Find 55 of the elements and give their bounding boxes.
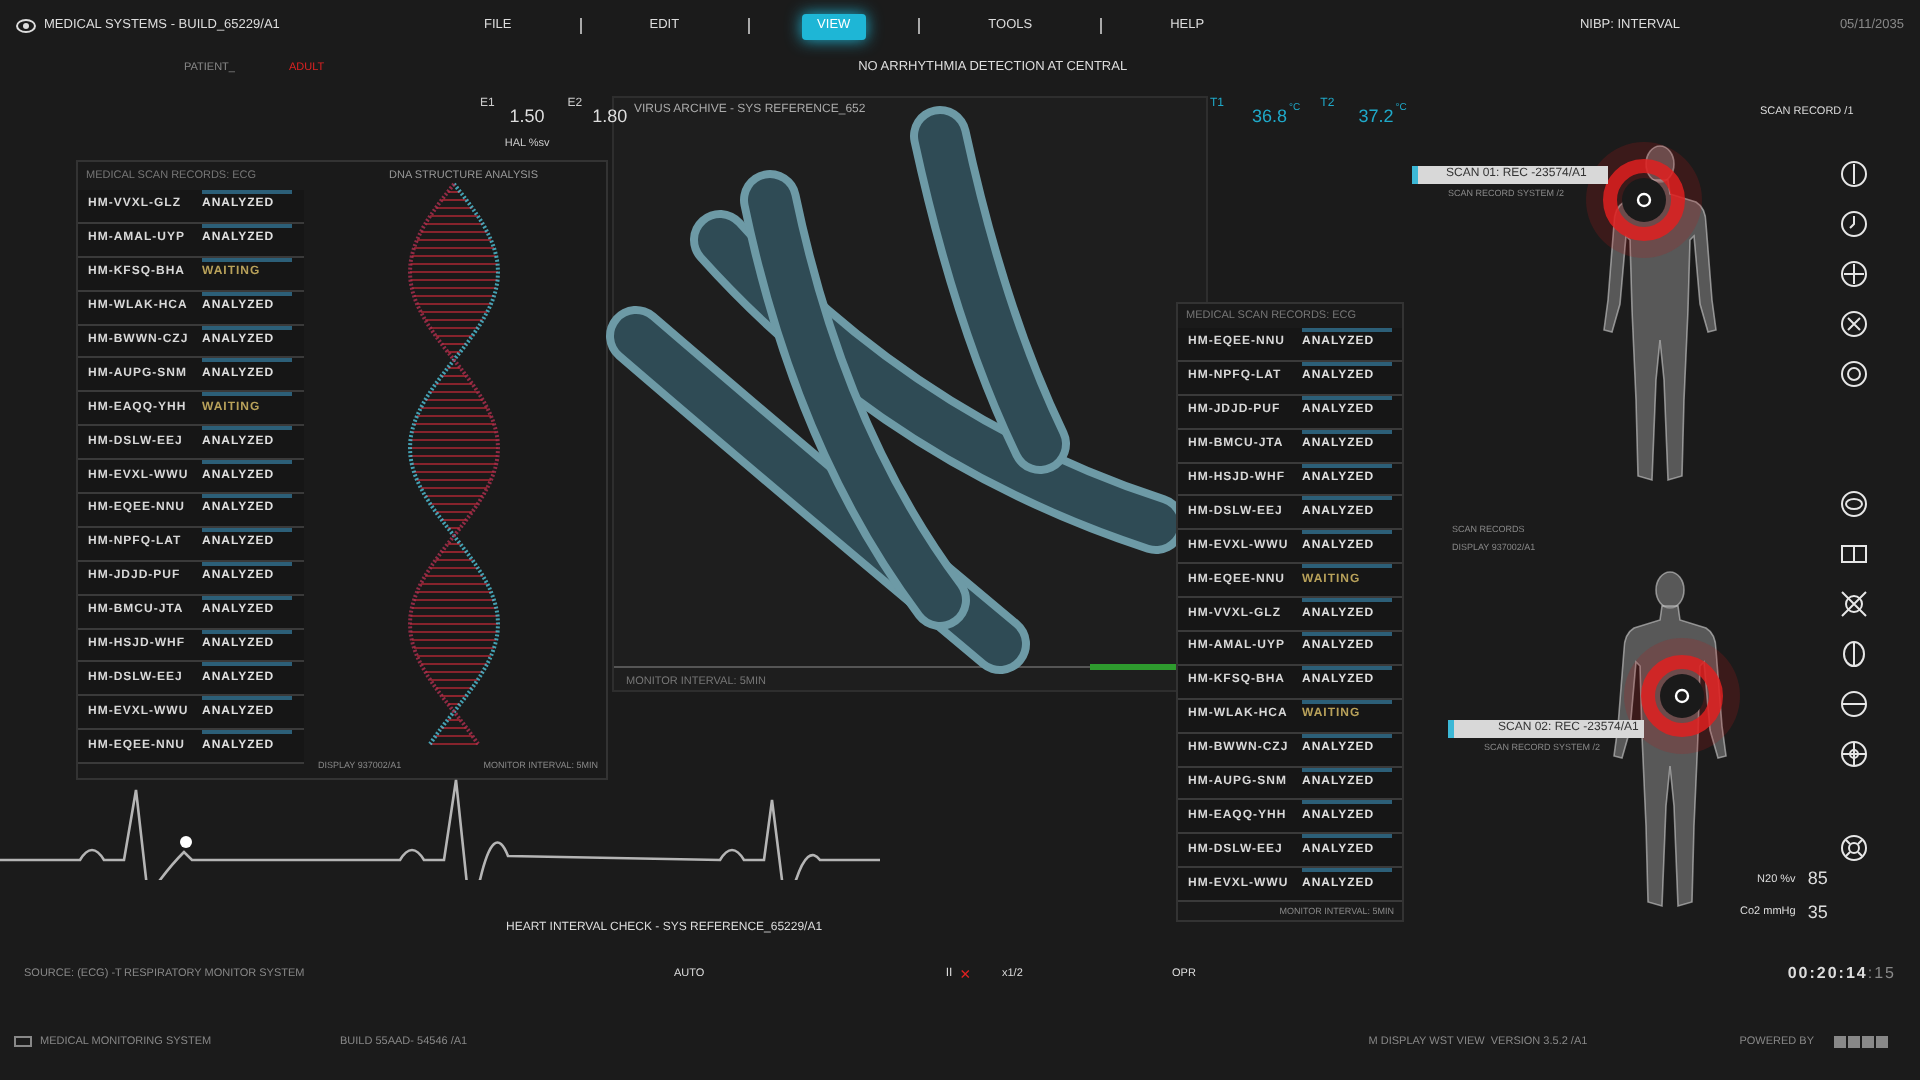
status-bar — [202, 392, 292, 397]
crosshair-circle-icon[interactable] — [1840, 740, 1868, 768]
status-bar — [1302, 361, 1392, 366]
status-bar — [202, 223, 292, 228]
target-circle-icon[interactable] — [1840, 834, 1868, 862]
gas-value: 35 — [1807, 899, 1830, 925]
t1-value: 36.8 — [1252, 104, 1288, 130]
stop-button[interactable]: × — [960, 965, 1002, 983]
eye-icon[interactable] — [1840, 490, 1868, 518]
status-bar — [1302, 395, 1392, 400]
status-bar — [202, 629, 292, 634]
status-bar — [1302, 463, 1392, 468]
t2-value: 37.2 — [1358, 104, 1394, 130]
status-bar — [1302, 496, 1392, 501]
status-bar — [1302, 564, 1392, 569]
vertical-ellipse-icon[interactable] — [1840, 640, 1868, 668]
clock-icon[interactable] — [1840, 210, 1868, 238]
status-bar — [1302, 868, 1392, 873]
eye-icon[interactable] — [16, 18, 36, 34]
status-bar — [202, 291, 292, 296]
status-bar — [202, 325, 292, 330]
status-bar — [1302, 429, 1392, 434]
status-bar — [202, 561, 292, 566]
status-bar — [1302, 632, 1392, 637]
plus-circle-icon[interactable] — [1840, 260, 1868, 288]
minus-circle-icon[interactable] — [1840, 690, 1868, 718]
timer-text: 00:20:14 — [1787, 962, 1868, 986]
status-bar — [202, 595, 292, 600]
status-bar — [202, 527, 292, 532]
status-bar — [202, 460, 292, 465]
monitor-icon — [14, 1036, 32, 1048]
status-bar — [202, 696, 292, 701]
split-view-icon[interactable] — [1840, 540, 1868, 568]
status-bar — [1302, 834, 1392, 839]
close-circle-icon[interactable] — [1840, 310, 1868, 338]
status-bar — [1302, 733, 1392, 738]
status-bar — [202, 257, 292, 262]
status-bar — [1302, 598, 1392, 603]
status-bar — [1302, 767, 1392, 772]
status-bar — [1302, 800, 1392, 805]
status-bar — [1302, 699, 1392, 704]
status-bar — [202, 358, 292, 363]
status-bar — [202, 426, 292, 431]
status-bar — [1302, 530, 1392, 535]
status-bar — [202, 662, 292, 667]
e2-value: 1.80 — [592, 104, 628, 130]
frame-counter: :15 — [1867, 962, 1896, 986]
status-bar — [1302, 665, 1392, 670]
crossed-circle-icon[interactable] — [1840, 590, 1868, 618]
gas-value: 85 — [1807, 866, 1830, 892]
logo-icon — [1834, 1036, 1890, 1048]
status-bar — [202, 494, 292, 499]
status-bar — [202, 730, 292, 735]
e1-value: 1.50 — [509, 104, 545, 130]
target-marker-icon — [1584, 140, 1704, 260]
